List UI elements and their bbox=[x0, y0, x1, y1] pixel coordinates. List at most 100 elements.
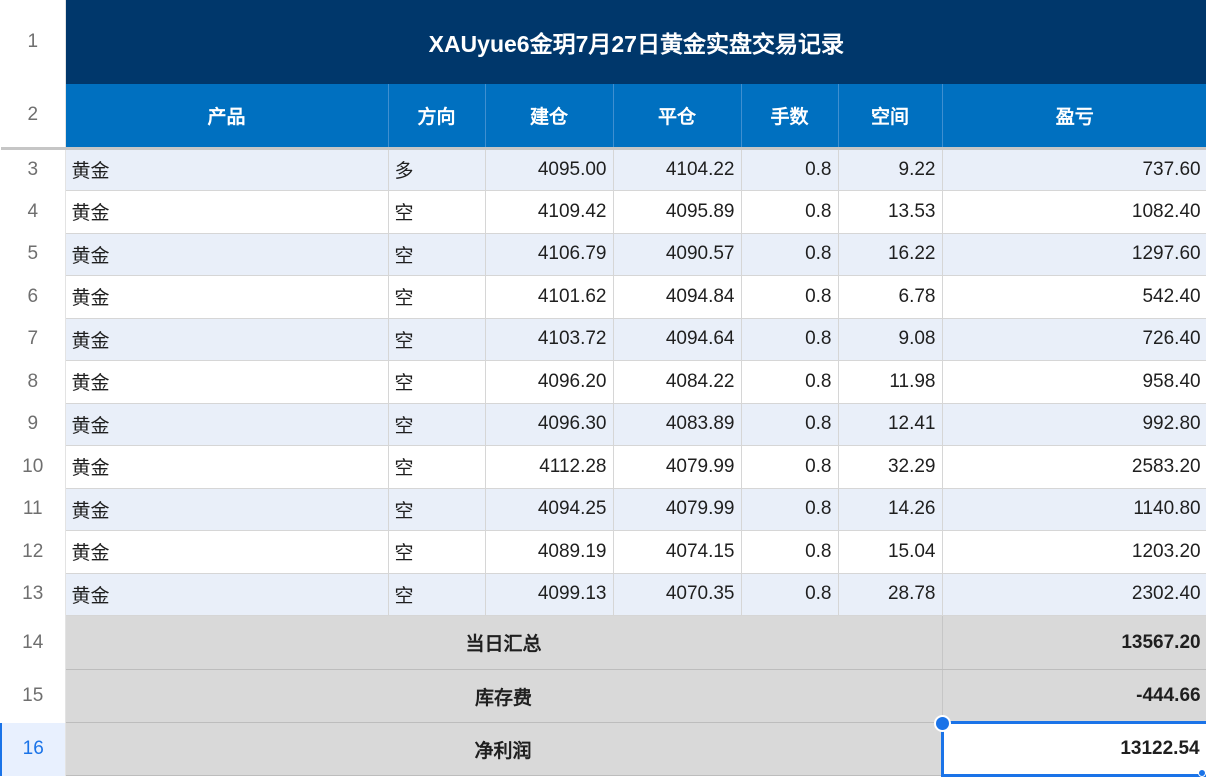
row-number[interactable]: 14 bbox=[1, 615, 66, 670]
table-cell[interactable]: 9.22 bbox=[838, 148, 943, 191]
row-number[interactable]: 15 bbox=[1, 669, 66, 723]
summary-label[interactable]: 当日汇总 bbox=[65, 615, 943, 670]
table-cell[interactable]: 726.40 bbox=[942, 318, 1206, 361]
table-cell[interactable]: 4074.15 bbox=[613, 530, 742, 574]
table-cell[interactable]: 0.8 bbox=[741, 360, 839, 404]
table-cell[interactable]: 4094.25 bbox=[485, 488, 614, 531]
table-cell[interactable]: 4096.30 bbox=[485, 403, 614, 446]
table-cell[interactable]: 11.98 bbox=[838, 360, 943, 404]
table-cell[interactable]: 542.40 bbox=[942, 275, 1206, 319]
table-cell[interactable]: 黄金 bbox=[65, 488, 389, 531]
table-cell[interactable]: 14.26 bbox=[838, 488, 943, 531]
column-header[interactable]: 空间 bbox=[838, 84, 943, 150]
table-cell[interactable]: 4083.89 bbox=[613, 403, 742, 446]
row-number[interactable]: 7 bbox=[1, 318, 66, 361]
table-cell[interactable]: 0.8 bbox=[741, 403, 839, 446]
table-cell[interactable]: 多 bbox=[388, 148, 486, 191]
table-cell[interactable]: 0.8 bbox=[741, 573, 839, 616]
selection-handle-bottom-right[interactable] bbox=[1198, 769, 1206, 777]
table-cell[interactable]: 15.04 bbox=[838, 530, 943, 574]
column-header[interactable]: 建仓 bbox=[485, 84, 614, 150]
table-cell[interactable]: 4095.89 bbox=[613, 190, 742, 234]
table-cell[interactable]: 16.22 bbox=[838, 233, 943, 276]
table-cell[interactable]: 1203.20 bbox=[942, 530, 1206, 574]
row-number[interactable]: 5 bbox=[1, 233, 66, 276]
column-header[interactable]: 手数 bbox=[741, 84, 839, 150]
table-cell[interactable]: 32.29 bbox=[838, 445, 943, 489]
table-cell[interactable]: 1140.80 bbox=[942, 488, 1206, 531]
table-cell[interactable]: 4084.22 bbox=[613, 360, 742, 404]
summary-label[interactable]: 库存费 bbox=[65, 669, 943, 723]
table-cell[interactable]: 黄金 bbox=[65, 318, 389, 361]
table-cell[interactable]: 0.8 bbox=[741, 530, 839, 574]
row-number[interactable]: 2 bbox=[1, 84, 66, 150]
table-cell[interactable]: 4099.13 bbox=[485, 573, 614, 616]
table-cell[interactable]: 992.80 bbox=[942, 403, 1206, 446]
table-cell[interactable]: 4109.42 bbox=[485, 190, 614, 234]
table-cell[interactable]: 13.53 bbox=[838, 190, 943, 234]
table-cell[interactable]: 0.8 bbox=[741, 275, 839, 319]
table-cell[interactable]: 0.8 bbox=[741, 488, 839, 531]
table-cell[interactable]: 黄金 bbox=[65, 360, 389, 404]
row-number[interactable]: 13 bbox=[1, 573, 66, 616]
row-number[interactable]: 8 bbox=[1, 360, 66, 403]
table-cell[interactable]: 4079.99 bbox=[613, 445, 742, 489]
table-cell[interactable]: 1297.60 bbox=[942, 233, 1206, 276]
sheet-title[interactable]: XAUyue6金玥7月27日黄金实盘交易记录 bbox=[65, 0, 1206, 84]
table-cell[interactable]: 737.60 bbox=[942, 148, 1206, 191]
table-cell[interactable]: 958.40 bbox=[942, 360, 1206, 404]
table-cell[interactable]: 0.8 bbox=[741, 190, 839, 234]
row-number[interactable]: 16 bbox=[0, 722, 66, 776]
table-cell[interactable]: 4106.79 bbox=[485, 233, 614, 276]
table-cell[interactable]: 空 bbox=[388, 233, 486, 276]
table-cell[interactable]: 黄金 bbox=[65, 530, 389, 574]
summary-value[interactable]: 13567.20 bbox=[942, 615, 1206, 670]
table-cell[interactable]: 黄金 bbox=[65, 445, 389, 489]
table-cell[interactable]: 0.8 bbox=[741, 445, 839, 489]
selection-handle-top-left[interactable] bbox=[934, 714, 951, 732]
selected-cell[interactable]: 13122.54 bbox=[940, 721, 1206, 777]
table-cell[interactable]: 黄金 bbox=[65, 233, 389, 276]
column-header[interactable]: 平仓 bbox=[613, 84, 742, 150]
table-cell[interactable]: 黄金 bbox=[65, 573, 389, 616]
table-cell[interactable]: 6.78 bbox=[838, 275, 943, 319]
table-cell[interactable]: 空 bbox=[388, 190, 486, 234]
table-cell[interactable]: 0.8 bbox=[741, 233, 839, 276]
table-cell[interactable]: 4112.28 bbox=[485, 445, 614, 489]
table-cell[interactable]: 黄金 bbox=[65, 190, 389, 234]
table-cell[interactable]: 2302.40 bbox=[942, 573, 1206, 616]
table-cell[interactable]: 4089.19 bbox=[485, 530, 614, 574]
table-cell[interactable]: 空 bbox=[388, 318, 486, 361]
table-cell[interactable]: 空 bbox=[388, 275, 486, 319]
table-cell[interactable]: 9.08 bbox=[838, 318, 943, 361]
table-cell[interactable]: 黄金 bbox=[65, 148, 389, 191]
table-cell[interactable]: 空 bbox=[388, 488, 486, 531]
row-number[interactable]: 10 bbox=[1, 445, 66, 488]
table-cell[interactable]: 4101.62 bbox=[485, 275, 614, 319]
table-cell[interactable]: 4094.84 bbox=[613, 275, 742, 319]
row-number[interactable]: 9 bbox=[1, 403, 66, 446]
table-cell[interactable]: 黄金 bbox=[65, 403, 389, 446]
table-cell[interactable]: 0.8 bbox=[741, 318, 839, 361]
row-number[interactable]: 1 bbox=[1, 0, 66, 84]
table-cell[interactable]: 空 bbox=[388, 403, 486, 446]
row-number[interactable]: 3 bbox=[1, 148, 66, 191]
table-cell[interactable]: 空 bbox=[388, 573, 486, 616]
table-cell[interactable]: 28.78 bbox=[838, 573, 943, 616]
column-header[interactable]: 产品 bbox=[65, 84, 389, 150]
row-number[interactable]: 6 bbox=[1, 275, 66, 318]
table-cell[interactable]: 0.8 bbox=[741, 148, 839, 191]
row-number[interactable]: 4 bbox=[1, 190, 66, 233]
summary-value[interactable]: -444.66 bbox=[942, 669, 1206, 723]
table-cell[interactable]: 4095.00 bbox=[485, 148, 614, 191]
column-header[interactable]: 方向 bbox=[388, 84, 486, 150]
table-cell[interactable]: 4104.22 bbox=[613, 148, 742, 191]
table-cell[interactable]: 1082.40 bbox=[942, 190, 1206, 234]
row-number[interactable]: 11 bbox=[1, 488, 66, 531]
summary-label[interactable]: 净利润 bbox=[65, 722, 943, 776]
table-cell[interactable]: 4070.35 bbox=[613, 573, 742, 616]
row-number[interactable]: 12 bbox=[1, 530, 66, 573]
table-cell[interactable]: 2583.20 bbox=[942, 445, 1206, 489]
table-cell[interactable]: 12.41 bbox=[838, 403, 943, 446]
table-cell[interactable]: 4090.57 bbox=[613, 233, 742, 276]
